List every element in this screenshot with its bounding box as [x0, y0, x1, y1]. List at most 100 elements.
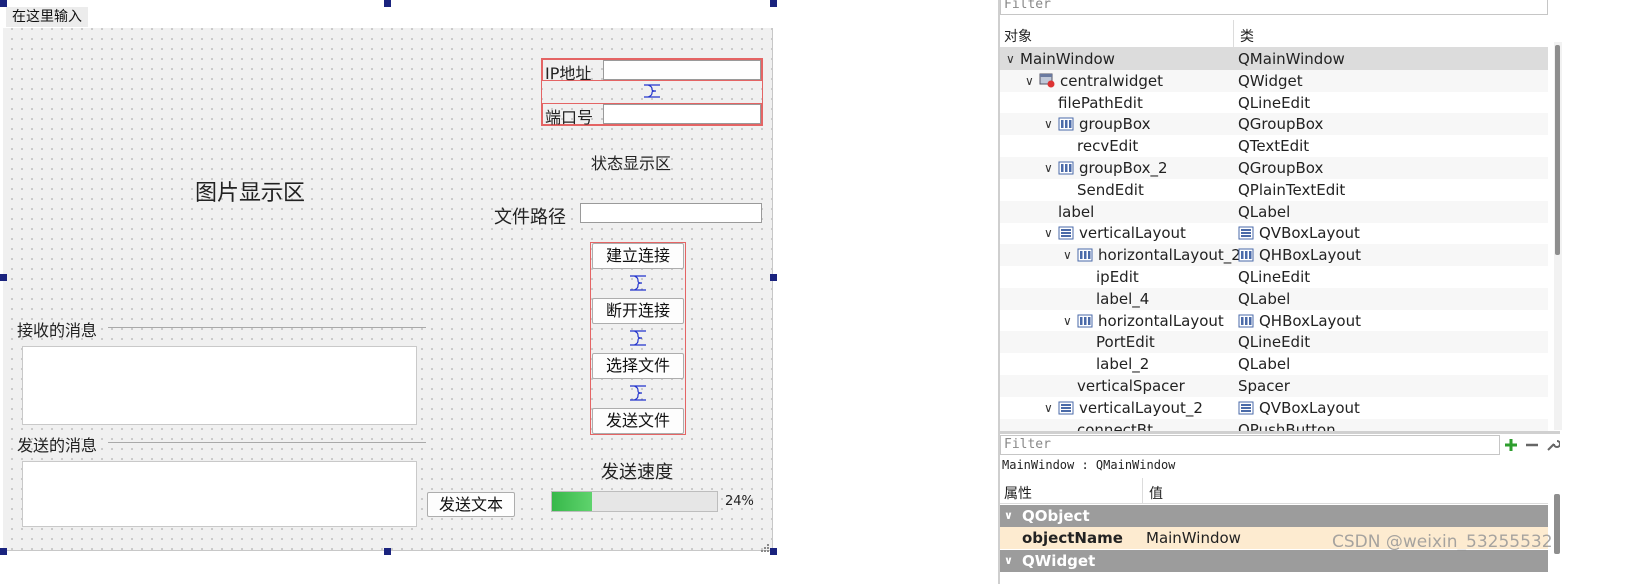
tree-class-name: QHBoxLayout — [1238, 244, 1361, 268]
tree-object-name: ipEdit — [1096, 266, 1139, 288]
tree-object-name-text: horizontalLayout_2 — [1098, 246, 1241, 265]
disconnect-button[interactable]: 断开连接 — [592, 298, 684, 324]
panel-divider[interactable] — [1000, 431, 1560, 434]
recv-text-edit[interactable] — [22, 346, 417, 425]
connect-button[interactable]: 建立连接 — [592, 243, 684, 269]
send-text-button[interactable]: 发送文本 — [427, 492, 515, 517]
tree-object-name-text: groupBox — [1079, 115, 1151, 134]
tree-row-label_2[interactable]: label_2 QLabel — [1000, 353, 1548, 375]
tree-object-name: SendEdit — [1077, 179, 1144, 201]
chevron-down-icon[interactable]: ∨ — [1004, 505, 1013, 527]
tree-class-name: QTextEdit — [1238, 135, 1309, 157]
column-property[interactable]: 属性 — [1004, 483, 1032, 503]
progress-text: 24% — [725, 494, 754, 509]
selection-handle-bottom-center[interactable] — [384, 548, 391, 555]
ip-input[interactable] — [603, 60, 761, 80]
selection-handle-bottom-left[interactable] — [0, 548, 7, 555]
tree-object-name: filePathEdit — [1058, 92, 1143, 114]
hlayout-icon — [1077, 312, 1093, 334]
column-class[interactable]: 类 — [1233, 20, 1548, 48]
tree-class-name-text: QVBoxLayout — [1259, 224, 1360, 243]
image-display-label: 图片显示区 — [195, 181, 306, 206]
property-scrollbar[interactable] — [1554, 494, 1560, 554]
tree-row-label_4[interactable]: label_4 QLabel — [1000, 287, 1548, 310]
tree-row-label[interactable]: label QLabel — [1000, 200, 1548, 223]
tree-object-name: verticalLayout_2 — [1058, 397, 1203, 421]
property-group-qobject[interactable]: ∨ QObject — [1000, 505, 1548, 527]
filepath-input[interactable] — [580, 203, 762, 223]
tree-class-name: QGroupBox — [1238, 113, 1323, 135]
send-file-button[interactable]: 发送文件 — [592, 408, 684, 434]
tree-class-name-text: QHBoxLayout — [1259, 311, 1361, 330]
objectname-value[interactable]: MainWindow — [1146, 527, 1241, 549]
property-group-qwidget[interactable]: ∨ QWidget — [1000, 550, 1548, 572]
tree-row-sendedit[interactable]: SendEdit QPlainTextEdit — [1000, 179, 1548, 201]
tree-class-name-text: QLineEdit — [1238, 333, 1311, 352]
chevron-down-icon[interactable]: ∨ — [1063, 244, 1072, 266]
tree-row-horizontallayout[interactable]: ∨ horizontalLayout QHBoxLayout — [1000, 310, 1548, 332]
tree-row-mainwindow[interactable]: ∨ MainWindow QMainWindow — [1000, 48, 1548, 70]
wrench-icon[interactable] — [1546, 437, 1561, 456]
menubar-type-here[interactable]: 在这里输入 — [6, 7, 88, 27]
tree-row-verticallayout[interactable]: ∨ verticalLayout QVBoxLayout — [1000, 222, 1548, 244]
send-text-edit[interactable] — [22, 461, 417, 527]
property-filter-input[interactable]: Filter — [1000, 435, 1500, 455]
tree-class-name: QLineEdit — [1238, 92, 1310, 114]
tree-class-name: QLabel — [1238, 288, 1290, 310]
tree-row-portedit[interactable]: PortEdit QLineEdit — [1000, 331, 1548, 354]
tree-object-name-text: horizontalLayout — [1098, 311, 1224, 330]
vertical-spacer-icon[interactable] — [628, 385, 648, 401]
selection-handle-middle-right[interactable] — [770, 274, 777, 281]
chevron-down-icon[interactable]: ∨ — [1044, 113, 1053, 135]
column-value[interactable]: 值 — [1142, 478, 1548, 504]
tree-row-verticallayout_2[interactable]: ∨ verticalLayout_2 QVBoxLayout — [1000, 397, 1548, 419]
chevron-down-icon[interactable]: ∨ — [1044, 397, 1053, 419]
tree-row-groupbox_2[interactable]: ∨ groupBox_2 QGroupBox — [1000, 157, 1548, 179]
tree-row-horizontallayout_2[interactable]: ∨ horizontalLayout_2 QHBoxLayout — [1000, 244, 1548, 268]
tree-row-filepathedit[interactable]: filePathEdit QLineEdit — [1000, 92, 1548, 114]
recv-group-title: 接收的消息 — [17, 321, 98, 340]
chevron-down-icon[interactable]: ∨ — [1025, 70, 1034, 92]
port-label: 端口号 — [545, 108, 594, 127]
tree-object-name: label_2 — [1096, 353, 1149, 375]
vertical-spacer-icon[interactable] — [628, 275, 648, 291]
tree-row-ipedit[interactable]: ipEdit QLineEdit — [1000, 266, 1548, 288]
tree-row-centralwidget[interactable]: ∨ centralwidget QWidget — [1000, 69, 1548, 92]
hlayout-icon — [1077, 246, 1093, 268]
object-filter-input[interactable]: Filter — [1000, 0, 1548, 15]
chevron-down-icon[interactable]: ∨ — [1063, 310, 1072, 332]
tree-object-name: verticalLayout — [1058, 222, 1186, 246]
selection-handle-bottom-right[interactable] — [770, 548, 777, 555]
object-tree-scroll-thumb[interactable] — [1555, 45, 1560, 255]
vertical-spacer-icon[interactable] — [642, 84, 662, 98]
selection-handle-middle-left[interactable] — [0, 274, 7, 281]
chevron-down-icon[interactable]: ∨ — [1004, 550, 1013, 572]
tree-object-name-text: verticalLayout — [1079, 224, 1186, 243]
chevron-down-icon[interactable]: ∨ — [1044, 222, 1053, 244]
property-object-line: MainWindow : QMainWindow — [1002, 458, 1176, 472]
vlayout-icon — [1058, 399, 1074, 421]
tree-row-connectbt[interactable]: connectBt QPushButton — [1000, 418, 1548, 431]
chevron-down-icon[interactable]: ∨ — [1044, 157, 1053, 179]
add-icon[interactable] — [1504, 437, 1518, 456]
chevron-down-icon[interactable]: ∨ — [1006, 48, 1015, 70]
tree-row-recvedit[interactable]: recvEdit QTextEdit — [1000, 135, 1548, 157]
tree-object-name: groupBox — [1058, 113, 1150, 137]
tree-row-verticalspacer[interactable]: verticalSpacer Spacer — [1000, 375, 1548, 397]
port-input[interactable] — [603, 104, 761, 124]
ip-label: IP地址 — [545, 64, 592, 83]
choose-file-button[interactable]: 选择文件 — [592, 353, 684, 379]
tree-class-name: QHBoxLayout — [1238, 310, 1361, 334]
tree-row-groupbox[interactable]: ∨ groupBox QGroupBox — [1000, 113, 1548, 137]
tree-object-name: horizontalLayout — [1077, 310, 1224, 334]
tree-class-name: QGroupBox — [1238, 157, 1323, 179]
selection-handle-top-right[interactable] — [770, 0, 777, 7]
selection-handle-top-center[interactable] — [384, 0, 391, 7]
resize-grip-icon[interactable] — [760, 538, 770, 552]
tree-class-name-text: QLineEdit — [1238, 93, 1311, 112]
vertical-spacer-icon[interactable] — [628, 330, 648, 346]
column-object[interactable]: 对象 — [1004, 26, 1032, 46]
tree-object-name-text: label — [1058, 202, 1095, 221]
selection-handle-top-left[interactable] — [0, 0, 7, 7]
remove-icon[interactable] — [1525, 437, 1539, 456]
